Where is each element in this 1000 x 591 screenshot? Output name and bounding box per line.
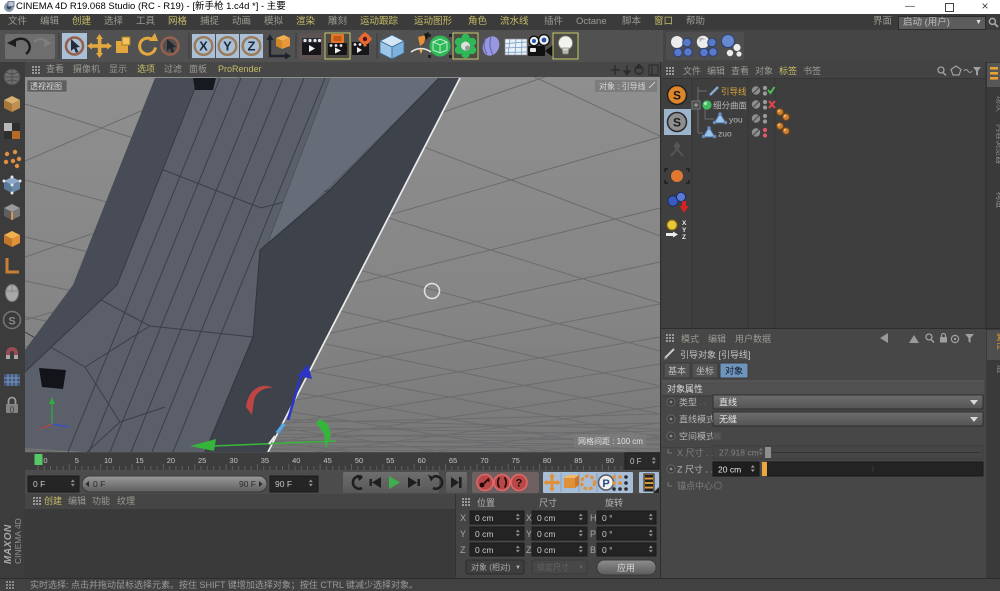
svg-text:75: 75 bbox=[512, 456, 520, 465]
svg-text:you: you bbox=[729, 115, 743, 125]
svg-text:对象 (相对): 对象 (相对) bbox=[471, 562, 511, 572]
svg-text:80: 80 bbox=[543, 456, 551, 465]
svg-text:P: P bbox=[602, 478, 609, 490]
svg-text:X: X bbox=[682, 220, 687, 227]
svg-text:(): () bbox=[10, 407, 15, 414]
svg-text:?: ? bbox=[516, 478, 523, 490]
svg-text:X: X bbox=[526, 513, 532, 523]
svg-text:锁定尺寸: 锁定尺寸 bbox=[537, 562, 569, 572]
svg-text:0 F: 0 F bbox=[93, 479, 105, 489]
svg-text:直线: 直线 bbox=[719, 397, 737, 408]
svg-text:5: 5 bbox=[75, 456, 79, 465]
svg-text:锚点中心: 锚点中心 bbox=[677, 480, 713, 491]
svg-text:S: S bbox=[673, 116, 681, 130]
svg-text:0 °: 0 ° bbox=[602, 513, 613, 523]
svg-text:90: 90 bbox=[606, 456, 614, 465]
svg-text:0 cm: 0 cm bbox=[475, 513, 493, 523]
svg-text:场次: 场次 bbox=[995, 96, 1000, 112]
svg-text:尺寸: 尺寸 bbox=[539, 497, 557, 508]
svg-text:对象: 对象 bbox=[755, 65, 773, 76]
svg-text:构造: 构造 bbox=[995, 192, 1000, 208]
svg-text:0 cm: 0 cm bbox=[475, 529, 493, 539]
svg-text:0 cm: 0 cm bbox=[537, 545, 555, 555]
svg-text:H: H bbox=[590, 513, 597, 523]
svg-text:Y: Y bbox=[223, 39, 232, 54]
svg-text:50: 50 bbox=[355, 456, 363, 465]
svg-text:模式: 模式 bbox=[681, 333, 699, 344]
svg-text:属性: 属性 bbox=[996, 333, 1000, 351]
svg-text:85: 85 bbox=[574, 456, 582, 465]
svg-text:35: 35 bbox=[261, 456, 269, 465]
svg-text:0 cm: 0 cm bbox=[475, 545, 493, 555]
svg-text:标签: 标签 bbox=[779, 65, 797, 76]
svg-text:X: X bbox=[460, 513, 466, 523]
svg-text:内容浏览器: 内容浏览器 bbox=[995, 124, 1000, 164]
svg-text:无缝: 无缝 bbox=[719, 414, 737, 425]
svg-text:0 °: 0 ° bbox=[602, 545, 613, 555]
svg-text:40: 40 bbox=[292, 456, 300, 465]
svg-text:65: 65 bbox=[449, 456, 457, 465]
svg-text:X 尺寸 . .: X 尺寸 . . bbox=[677, 447, 714, 458]
svg-text:书签: 书签 bbox=[803, 65, 821, 76]
svg-text:用户数据: 用户数据 bbox=[735, 333, 771, 344]
svg-text:. .: . . bbox=[699, 398, 706, 407]
svg-text:细分曲面: 细分曲面 bbox=[713, 101, 748, 111]
svg-text:旋转: 旋转 bbox=[605, 497, 623, 508]
svg-text:Z 尺寸 . .: Z 尺寸 . . bbox=[677, 464, 713, 475]
svg-text:B: B bbox=[590, 545, 596, 555]
svg-text:0 °: 0 ° bbox=[602, 529, 613, 539]
svg-text:45: 45 bbox=[323, 456, 331, 465]
svg-text:▼: ▼ bbox=[578, 565, 584, 571]
svg-text:0: 0 bbox=[43, 456, 47, 465]
svg-text:60: 60 bbox=[418, 456, 426, 465]
svg-text:0 cm: 0 cm bbox=[537, 529, 555, 539]
svg-text:查看: 查看 bbox=[731, 65, 749, 76]
svg-text:25: 25 bbox=[198, 456, 206, 465]
svg-text:P: P bbox=[590, 529, 596, 539]
svg-text:编辑: 编辑 bbox=[708, 333, 726, 344]
svg-text:15: 15 bbox=[135, 456, 143, 465]
svg-text:Y: Y bbox=[682, 227, 687, 234]
svg-text:0 F: 0 F bbox=[33, 479, 45, 489]
svg-text:X: X bbox=[199, 39, 208, 54]
svg-text:20 cm: 20 cm bbox=[718, 465, 741, 475]
svg-text:直线模式: 直线模式 bbox=[679, 414, 715, 425]
svg-text:坐标: 坐标 bbox=[696, 365, 714, 376]
svg-text:文件: 文件 bbox=[683, 65, 701, 76]
svg-text:27.918 cm: 27.918 cm bbox=[719, 448, 759, 458]
svg-text:类型: 类型 bbox=[679, 397, 697, 408]
svg-text:S: S bbox=[673, 89, 681, 103]
svg-text:应用: 应用 bbox=[617, 562, 635, 573]
svg-text:编辑: 编辑 bbox=[707, 65, 725, 76]
svg-text:90 F: 90 F bbox=[275, 479, 292, 489]
svg-text:网格间距 : 100 cm: 网格间距 : 100 cm bbox=[578, 436, 643, 446]
svg-text:对象 : 引导线: 对象 : 引导线 bbox=[599, 81, 646, 91]
svg-text:Z: Z bbox=[460, 545, 466, 555]
svg-text:对象属性: 对象属性 bbox=[667, 383, 703, 394]
svg-text:对象: 对象 bbox=[725, 365, 743, 376]
svg-text:20: 20 bbox=[167, 456, 175, 465]
svg-text:Z: Z bbox=[248, 39, 256, 54]
svg-text:0 F: 0 F bbox=[630, 457, 642, 466]
svg-text:Z: Z bbox=[682, 234, 686, 241]
svg-text:Z: Z bbox=[526, 545, 532, 555]
svg-text:55: 55 bbox=[386, 456, 394, 465]
svg-text:位置: 位置 bbox=[477, 497, 495, 508]
svg-text:30: 30 bbox=[229, 456, 237, 465]
svg-text:90 F: 90 F bbox=[239, 479, 256, 489]
svg-text:基本: 基本 bbox=[668, 365, 686, 376]
svg-text:空间模式: 空间模式 bbox=[679, 431, 715, 442]
svg-text:▼: ▼ bbox=[515, 565, 521, 571]
svg-text:S: S bbox=[8, 316, 15, 328]
svg-text:Y: Y bbox=[460, 529, 466, 539]
svg-text:Y: Y bbox=[526, 529, 532, 539]
svg-text:层: 层 bbox=[996, 365, 1000, 374]
svg-text:10: 10 bbox=[104, 456, 112, 465]
svg-text:引导对象 [引导线]: 引导对象 [引导线] bbox=[680, 349, 751, 360]
svg-text:70: 70 bbox=[480, 456, 488, 465]
svg-text:0 cm: 0 cm bbox=[537, 513, 555, 523]
svg-text:引导线: 引导线 bbox=[721, 87, 747, 97]
svg-text:透视视图: 透视视图 bbox=[30, 81, 62, 91]
svg-text:zuo: zuo bbox=[718, 129, 732, 139]
